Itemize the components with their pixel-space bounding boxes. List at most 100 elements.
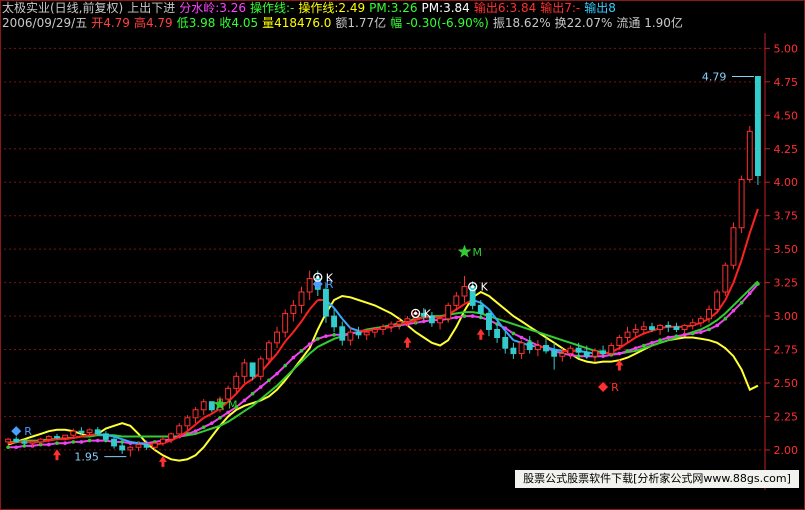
candle-body xyxy=(127,446,134,451)
candle-body xyxy=(640,326,647,330)
series-dotted-line-dot xyxy=(283,363,287,368)
candle-body xyxy=(143,444,150,448)
candle-body xyxy=(86,429,93,434)
y-tick-label: 5.00 xyxy=(774,42,799,55)
candle-body xyxy=(722,264,729,293)
candle-body xyxy=(290,304,297,314)
series-dotted-line-dot xyxy=(690,331,695,336)
annotation-label: K xyxy=(424,307,432,320)
series-dotted-line-dot xyxy=(519,335,524,340)
series-dotted-line-dot xyxy=(731,308,736,313)
candle-body xyxy=(176,425,183,435)
candle-body xyxy=(502,336,509,349)
candle-body xyxy=(608,345,615,355)
candle-body xyxy=(184,417,191,427)
candle-body xyxy=(494,328,501,338)
candle-body xyxy=(257,358,264,377)
annotation-label: M xyxy=(228,398,238,411)
candle-body xyxy=(453,295,460,306)
candle-body xyxy=(249,362,256,377)
series-dotted-line-dot xyxy=(218,416,222,420)
annotation-label: 1.95 xyxy=(74,451,99,464)
candle-body xyxy=(241,362,248,377)
candle-body xyxy=(461,286,468,297)
series-trend-line-segment xyxy=(292,320,303,333)
candle-body xyxy=(168,433,175,440)
series-dotted-line-dot xyxy=(291,355,296,360)
candle-body xyxy=(632,328,639,333)
series-trend-line-segment xyxy=(284,331,295,343)
candle-body xyxy=(518,342,525,355)
buy-arrow-icon xyxy=(403,336,412,348)
candlestick-chart[interactable]: 5.00 4.75 4.50 4.25 4.00 3.75 3.50 3.25 3.00 2.75… xyxy=(0,0,805,510)
series-trend-line-segment xyxy=(350,327,359,332)
diamond-icon xyxy=(312,278,323,289)
candle-body xyxy=(135,444,142,448)
series-dotted-line-dot xyxy=(242,398,247,403)
candle-body xyxy=(665,324,672,328)
candle-body xyxy=(111,438,117,447)
candle-body xyxy=(347,331,354,341)
candle-body xyxy=(62,434,69,439)
series-dotted-line-dot xyxy=(699,330,703,334)
series-trend-line-segment xyxy=(635,332,645,339)
circle-dot-icon xyxy=(316,275,320,279)
series-dotted-line-dot xyxy=(332,333,336,337)
circle-dot-icon xyxy=(414,311,418,315)
series-trend-line-segment xyxy=(308,299,319,311)
series-dotted-line-dot xyxy=(642,343,646,348)
candle-body xyxy=(274,331,280,344)
series-trend-line-segment xyxy=(626,336,637,344)
series-dotted-line-dot xyxy=(470,314,475,318)
candle-body xyxy=(363,331,370,336)
series-dotted-line-dot xyxy=(756,282,760,286)
candle-body xyxy=(689,322,696,326)
candle-body xyxy=(673,326,680,330)
y-tick-label: 3.00 xyxy=(774,310,799,323)
y-tick-label: 3.50 xyxy=(774,243,799,256)
series-dotted-line-dot xyxy=(275,371,279,376)
series-trend-line-segment xyxy=(300,308,311,322)
annotation-label: K xyxy=(326,271,334,284)
series-trend-line-segment xyxy=(643,329,653,335)
series-dotted-line-dot xyxy=(658,338,662,342)
annotation-label: R xyxy=(611,381,619,394)
y-tick-label: 2.00 xyxy=(774,444,799,457)
candle-body xyxy=(583,351,590,357)
series-trend-line-segment xyxy=(130,440,139,445)
series-dotted-line-dot xyxy=(747,291,752,296)
candle-body xyxy=(543,345,549,352)
series-trend-line-segment xyxy=(740,232,751,261)
candle-body xyxy=(119,445,126,451)
candle-body xyxy=(192,409,199,419)
series-dotted-line-dot xyxy=(511,331,516,336)
candle-body xyxy=(437,318,443,324)
y-tick-label: 2.50 xyxy=(774,377,799,390)
candle-body xyxy=(404,318,411,322)
series-trend-line-segment xyxy=(81,434,90,438)
candle-body xyxy=(94,429,101,435)
candle-body xyxy=(29,441,36,444)
series-trend-line-segment xyxy=(203,412,213,419)
series-dotted-line-dot xyxy=(633,346,638,351)
annotation-label: K xyxy=(481,281,489,294)
y-tick-label: 4.00 xyxy=(774,176,799,189)
series-dotted-line-dot xyxy=(617,351,622,356)
candle-body xyxy=(477,304,484,314)
candle-body xyxy=(388,323,395,328)
series-dotted-line-dot xyxy=(14,445,19,450)
series-dotted-line-dot xyxy=(71,440,76,444)
series-trend-line-segment xyxy=(73,435,82,439)
series-dotted-line-dot xyxy=(63,441,67,446)
y-tick-label: 2.75 xyxy=(774,344,799,357)
series-dotted-line-dot xyxy=(462,314,467,318)
candle-body xyxy=(510,347,517,355)
candle-body xyxy=(282,312,289,333)
candle-body xyxy=(591,350,598,357)
candle-body xyxy=(526,342,533,351)
candle-body xyxy=(616,336,623,347)
candle-body xyxy=(102,433,109,440)
candle-body xyxy=(534,345,541,351)
candle-body xyxy=(13,438,20,443)
candle-body xyxy=(567,347,574,355)
